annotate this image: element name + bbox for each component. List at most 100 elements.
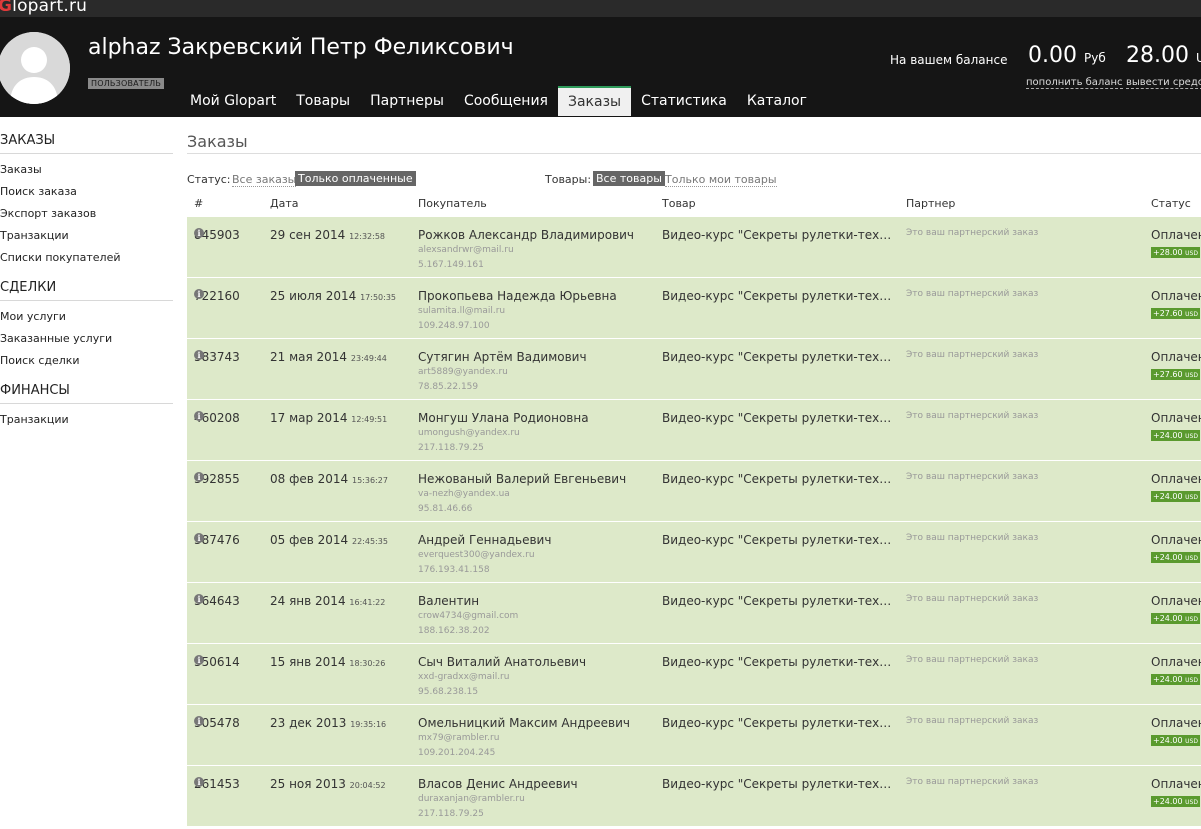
table-row[interactable]: i 460208 17 мар 2014 12:49:51 Монгуш Улана …: [187, 399, 1201, 460]
nav-tab-1[interactable]: Товары: [286, 86, 360, 116]
info-icon[interactable]: i: [194, 533, 204, 543]
table-row[interactable]: i 583743 21 мая 2014 23:49:44 Сутягин Артём…: [187, 338, 1201, 399]
order-date-text: 29 сен 2014: [270, 228, 346, 242]
product-name[interactable]: Видео-курс "Секреты рулетки-техн…: [662, 594, 892, 608]
order-id[interactable]: i 460208: [194, 411, 240, 425]
order-id[interactable]: i 583743: [194, 350, 240, 364]
table-row[interactable]: i 364643 24 янв 2014 16:41:22 Валентин crow4…: [187, 582, 1201, 643]
order-date-text: 25 ноя 2013: [270, 777, 346, 791]
buyer-ip: 217.118.79.25: [418, 809, 484, 819]
sidebar-item-orders-2[interactable]: Экспорт заказов: [0, 207, 173, 220]
column-header-5[interactable]: Статус: [1151, 197, 1191, 210]
nav-tab-5[interactable]: Статистика: [631, 86, 737, 116]
order-time: 17:50:35: [360, 293, 396, 302]
filter-all-orders[interactable]: Все заказы: [232, 173, 297, 187]
sidebar-item-orders-4[interactable]: Списки покупателей: [0, 251, 173, 264]
order-id[interactable]: i 261453: [194, 777, 240, 791]
buyer-email: sulamita.ll@mail.ru: [418, 306, 506, 316]
sidebar-item-finance-0[interactable]: Транзакции: [0, 413, 173, 426]
buyer-email: everquest300@yandex.ru: [418, 550, 535, 560]
amount-badge: +24.00 USD: [1151, 552, 1200, 563]
table-row[interactable]: i 305478 23 дек 2013 19:35:16 Омельницкий М…: [187, 704, 1201, 765]
amount-value: +24.00: [1153, 614, 1183, 623]
order-date: 24 янв 2014 16:41:22: [270, 594, 385, 608]
status-badge: Оплачен: [1151, 411, 1201, 425]
order-id[interactable]: i 845903: [194, 228, 240, 242]
user-silhouette-icon: [0, 32, 70, 104]
product-name[interactable]: Видео-курс "Секреты рулетки-техн…: [662, 289, 892, 303]
nav-tab-6[interactable]: Каталог: [737, 86, 817, 116]
amount-value: +24.00: [1153, 797, 1183, 806]
product-name[interactable]: Видео-курс "Секреты рулетки-техн…: [662, 350, 892, 364]
role-badge: ПОЛЬЗОВАТЕЛЬ: [88, 78, 165, 89]
order-id[interactable]: i 722160: [194, 289, 240, 303]
column-header-3[interactable]: Товар: [662, 197, 696, 210]
order-time: 12:49:51: [351, 415, 388, 424]
buyer-ip: 176.193.41.158: [418, 565, 490, 575]
balance-rub: 0.00 Руб: [1028, 43, 1106, 68]
withdraw-funds-link[interactable]: вывести средс: [1126, 77, 1201, 89]
product-name[interactable]: Видео-курс "Секреты рулетки-техн…: [662, 533, 892, 547]
avatar[interactable]: [0, 32, 70, 104]
info-icon[interactable]: i: [194, 777, 204, 787]
table-row[interactable]: i 845903 29 сен 2014 12:32:58 Рожков Алекса…: [187, 216, 1201, 277]
product-name[interactable]: Видео-курс "Секреты рулетки-техн…: [662, 472, 892, 486]
order-id[interactable]: i 387476: [194, 533, 240, 547]
filter-all-goods[interactable]: Все товары: [593, 171, 665, 186]
balance-rub-amount: 0.00: [1028, 43, 1077, 68]
sidebar-item-orders-3[interactable]: Транзакции: [0, 229, 173, 242]
column-header-4[interactable]: Партнер: [906, 197, 955, 210]
product-name[interactable]: Видео-курс "Секреты рулетки-техн…: [662, 411, 892, 425]
topup-balance-link[interactable]: пополнить баланс: [1026, 77, 1123, 89]
order-date: 21 мая 2014 23:49:44: [270, 350, 387, 364]
product-name[interactable]: Видео-курс "Секреты рулетки-техн…: [662, 228, 892, 242]
buyer-name: Омельницкий Максим Андреевич: [418, 716, 631, 730]
amount-currency: USD: [1185, 494, 1198, 501]
table-row[interactable]: i 392855 08 фев 2014 15:36:27 Нежованый Вал…: [187, 460, 1201, 521]
info-icon[interactable]: i: [194, 716, 204, 726]
sidebar-item-deals-1[interactable]: Заказанные услуги: [0, 332, 173, 345]
info-icon[interactable]: i: [194, 228, 204, 238]
order-id[interactable]: i 305478: [194, 716, 240, 730]
order-date: 29 сен 2014 12:32:58: [270, 228, 385, 242]
buyer-name: Монгуш Улана Родионовна: [418, 411, 589, 425]
amount-value: +24.00: [1153, 431, 1183, 440]
order-date: 15 янв 2014 18:30:26: [270, 655, 385, 669]
nav-tab-0[interactable]: Мой Glopart: [180, 86, 286, 116]
order-id[interactable]: i 392855: [194, 472, 240, 486]
order-date-text: 21 мая 2014: [270, 350, 348, 364]
info-icon[interactable]: i: [194, 411, 204, 421]
table-row[interactable]: i 722160 25 июля 2014 17:50:35 Прокопьева Н…: [187, 277, 1201, 338]
order-date-text: 08 фев 2014: [270, 472, 349, 486]
amount-value: +24.00: [1153, 553, 1183, 562]
sidebar-section-deals: СДЕЛКИ Мои услуги Заказанные услуги Поиск …: [0, 280, 173, 367]
info-icon[interactable]: i: [194, 655, 204, 665]
sidebar-item-deals-2[interactable]: Поиск сделки: [0, 354, 173, 367]
product-name[interactable]: Видео-курс "Секреты рулетки-техн…: [662, 716, 892, 730]
order-id[interactable]: i 364643: [194, 594, 240, 608]
order-id[interactable]: i 350614: [194, 655, 240, 669]
amount-badge: +24.00 USD: [1151, 674, 1200, 685]
nav-tab-3[interactable]: Сообщения: [454, 86, 558, 116]
product-name[interactable]: Видео-курс "Секреты рулетки-техн…: [662, 777, 892, 791]
site-logo[interactable]: Glopart.ru: [0, 0, 87, 16]
column-header-0[interactable]: #: [194, 197, 203, 210]
nav-tab-4[interactable]: Заказы: [557, 86, 632, 116]
table-row[interactable]: i 387476 05 фев 2014 22:45:35 Андрей Геннад…: [187, 521, 1201, 582]
info-icon[interactable]: i: [194, 350, 204, 360]
sidebar-item-orders-0[interactable]: Заказы: [0, 163, 173, 176]
filter-paid-only[interactable]: Только оплаченные: [295, 171, 416, 186]
filter-my-goods[interactable]: Только мои товары: [665, 173, 777, 187]
product-name[interactable]: Видео-курс "Секреты рулетки-техн…: [662, 655, 892, 669]
table-row[interactable]: i 350614 15 янв 2014 18:30:26 Сыч Виталий А…: [187, 643, 1201, 704]
info-icon[interactable]: i: [194, 594, 204, 604]
sidebar-item-deals-0[interactable]: Мои услуги: [0, 310, 173, 323]
sidebar-item-orders-1[interactable]: Поиск заказа: [0, 185, 173, 198]
balance-usd-amount: 28.00: [1126, 43, 1189, 68]
column-header-2[interactable]: Покупатель: [418, 197, 487, 210]
column-header-1[interactable]: Дата: [270, 197, 298, 210]
nav-tab-2[interactable]: Партнеры: [360, 86, 454, 116]
info-icon[interactable]: i: [194, 472, 204, 482]
table-row[interactable]: i 261453 25 ноя 2013 20:04:52 Власов Денис …: [187, 765, 1201, 826]
info-icon[interactable]: i: [194, 289, 204, 299]
